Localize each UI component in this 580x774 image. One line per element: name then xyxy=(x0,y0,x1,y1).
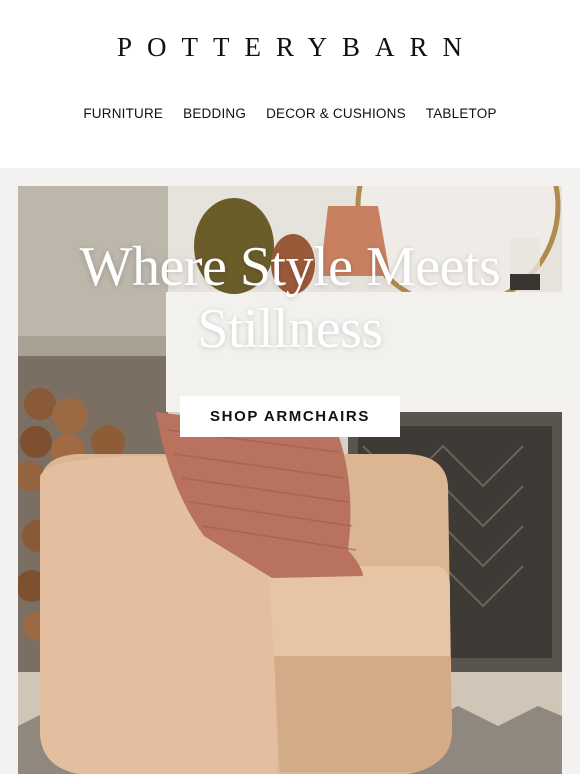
main-nav: FURNITURE BEDDING DECOR & CUSHIONS TABLE… xyxy=(0,106,580,121)
hero-headline-line-1: Where Style Meets xyxy=(79,236,501,298)
nav-item-tabletop[interactable]: TABLETOP xyxy=(426,106,497,121)
hero-headline: Where Style Meets Stillness xyxy=(0,236,580,360)
nav-item-bedding[interactable]: BEDDING xyxy=(183,106,246,121)
nav-item-decor-cushions[interactable]: DECOR & CUSHIONS xyxy=(266,106,406,121)
nav-item-furniture[interactable]: FURNITURE xyxy=(83,106,163,121)
email-header: POTTERYBARN FURNITURE BEDDING DECOR & CU… xyxy=(0,0,580,168)
hero-headline-line-2: Stillness xyxy=(197,298,383,360)
shop-armchairs-button[interactable]: SHOP ARMCHAIRS xyxy=(180,396,400,437)
brand-logo[interactable]: POTTERYBARN xyxy=(0,32,580,63)
